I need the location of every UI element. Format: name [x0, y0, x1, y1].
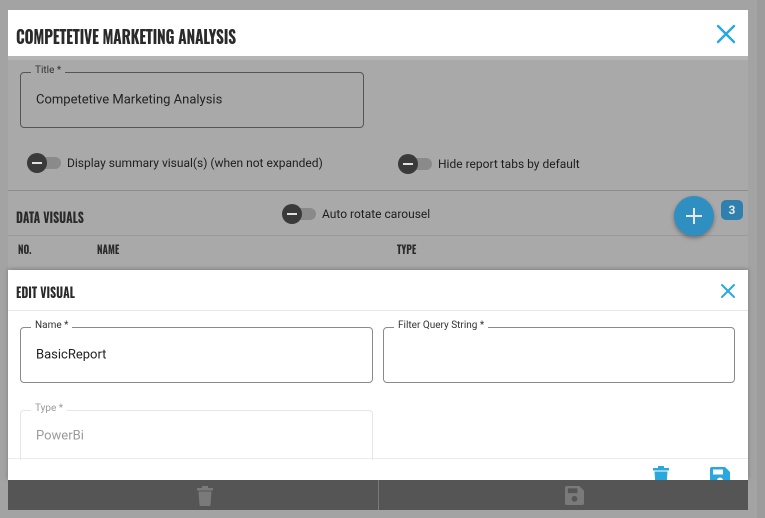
divider: [8, 458, 748, 459]
title-field-value: Competetive Marketing Analysis: [36, 92, 223, 108]
divider: [378, 480, 379, 510]
filter-query-label: Filter Query String *: [394, 320, 489, 331]
name-field-label: Name *: [31, 320, 73, 331]
close-icon[interactable]: [714, 22, 738, 46]
dialog-title: COMPETETIVE MARKETING ANALYSIS: [16, 22, 236, 50]
close-icon[interactable]: [720, 283, 736, 299]
edit-visual-dialog: EDIT VISUAL Name * BasicReport Filter Qu…: [8, 270, 748, 487]
edit-visual-header: EDIT VISUAL: [8, 270, 748, 311]
hide-report-tabs-toggle[interactable]: Hide report tabs by default: [398, 154, 598, 174]
filter-query-field[interactable]: Filter Query String *: [383, 320, 735, 383]
data-visuals-title: DATA VISUALS: [16, 207, 84, 228]
name-field[interactable]: Name * BasicReport: [20, 320, 373, 383]
divider: [8, 235, 748, 236]
visual-count-badge: 3: [721, 200, 743, 220]
column-header-name: NAME: [97, 241, 120, 258]
auto-rotate-toggle[interactable]: Auto rotate carousel: [282, 204, 442, 224]
type-field-label: Type *: [31, 403, 68, 414]
type-field-value: PowerBi: [36, 428, 84, 443]
column-header-type: TYPE: [397, 241, 417, 258]
delete-icon[interactable]: [197, 486, 213, 506]
dialog-footer: [8, 480, 748, 510]
data-visuals-section: DATA VISUALS NO. NAME TYPE: [8, 190, 748, 271]
scrollbar-edge[interactable]: [757, 0, 765, 518]
type-field: Type * PowerBi: [20, 403, 373, 460]
display-summary-label: Display summary visual(s) (when not expa…: [67, 156, 323, 170]
title-field-label: Title *: [31, 65, 66, 76]
title-field[interactable]: Title * Competetive Marketing Analysis: [20, 65, 364, 128]
column-header-no: NO.: [18, 241, 32, 258]
visual-group-dialog: COMPETETIVE MARKETING ANALYSIS Title * C…: [8, 10, 748, 510]
add-visual-button[interactable]: [674, 196, 714, 236]
dialog-header: COMPETETIVE MARKETING ANALYSIS: [8, 10, 748, 56]
display-summary-toggle[interactable]: Display summary visual(s) (when not expa…: [27, 153, 357, 173]
toggle-knob: [282, 204, 302, 224]
auto-rotate-label: Auto rotate carousel: [322, 207, 431, 221]
hide-report-tabs-label: Hide report tabs by default: [438, 157, 580, 171]
toggle-knob: [398, 154, 418, 174]
edit-visual-title: EDIT VISUAL: [16, 282, 75, 303]
save-icon[interactable]: [565, 486, 584, 505]
toggle-knob: [27, 153, 47, 173]
name-field-value: BasicReport: [36, 347, 107, 363]
